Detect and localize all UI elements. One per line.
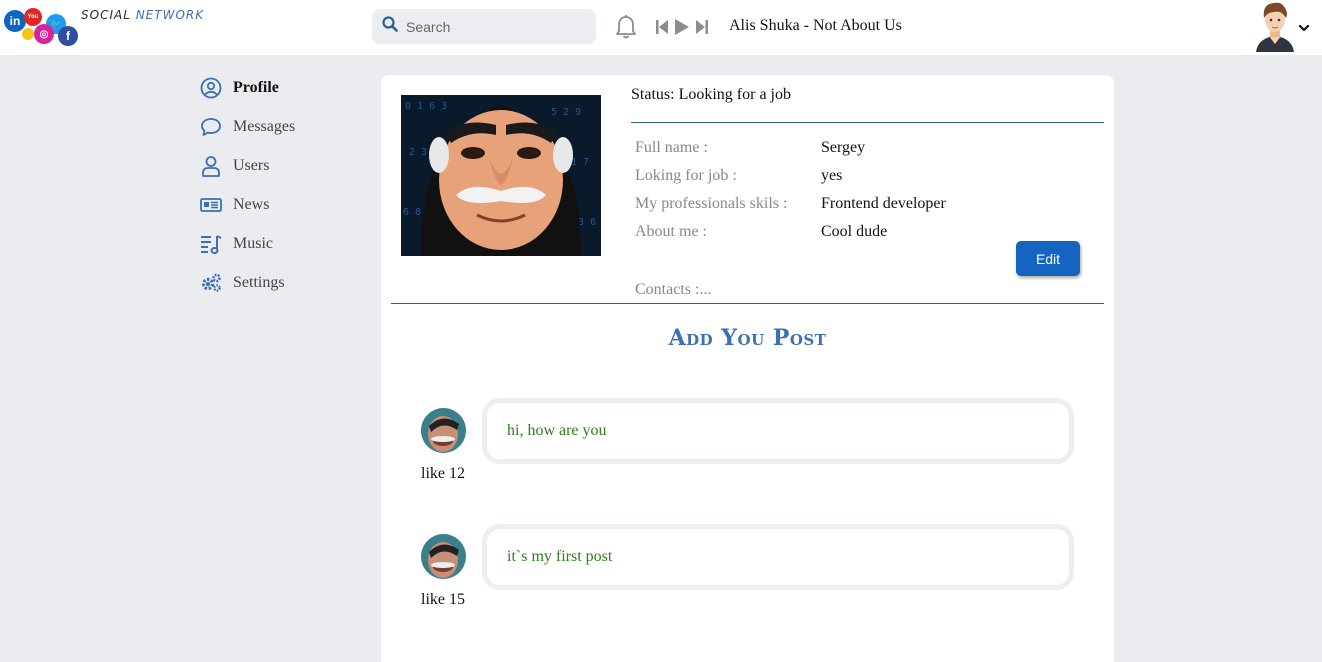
svg-text:1 7: 1 7 xyxy=(571,157,589,168)
sidebar-item-label: Messages xyxy=(233,118,296,135)
sidebar-item-news[interactable]: News xyxy=(200,195,370,215)
google-icon xyxy=(22,28,34,40)
previous-track-icon[interactable] xyxy=(656,19,668,40)
svg-text:5 2 9: 5 2 9 xyxy=(551,107,581,118)
info-value: Cool dude xyxy=(821,223,888,240)
next-track-icon[interactable] xyxy=(696,19,708,40)
facebook-icon: f xyxy=(58,26,78,46)
info-label: My professionals skils : xyxy=(635,195,788,212)
profile-status: Status: Looking for a job xyxy=(631,86,791,103)
sidebar-item-label: News xyxy=(233,196,270,213)
play-icon[interactable] xyxy=(674,18,690,41)
edit-profile-button[interactable]: Edit xyxy=(1016,241,1080,276)
sidebar-item-music[interactable]: Music xyxy=(200,234,370,254)
sidebar-item-users[interactable]: Users xyxy=(200,155,370,177)
info-value: Frontend developer xyxy=(821,195,946,212)
profile-info: Full name : Sergey Loking for job : yes … xyxy=(635,139,1095,251)
user-icon xyxy=(200,155,222,177)
post-likes[interactable]: like 12 xyxy=(421,465,465,483)
svg-text:0 1 6 3: 0 1 6 3 xyxy=(405,101,447,112)
post-avatar xyxy=(421,534,466,579)
user-circle-icon xyxy=(200,77,222,99)
search-input[interactable] xyxy=(406,18,586,35)
divider xyxy=(391,303,1104,304)
gears-icon xyxy=(200,272,222,294)
sidebar-item-messages[interactable]: Messages xyxy=(200,117,370,137)
chat-bubble-icon xyxy=(200,116,222,138)
newspaper-icon xyxy=(200,194,222,216)
music-list-icon xyxy=(200,233,222,255)
search-box[interactable] xyxy=(372,9,596,44)
sidebar-item-profile[interactable]: Profile xyxy=(200,77,370,99)
post-text: it`s my first post xyxy=(482,524,1074,590)
add-post-title[interactable]: Add You Post xyxy=(381,325,1114,351)
info-label: About me : xyxy=(635,223,707,240)
sidebar-item-label: Music xyxy=(233,235,273,252)
info-row-full-name: Full name : Sergey xyxy=(635,139,1095,167)
post-avatar xyxy=(421,408,466,453)
contacts-label: Contacts :... xyxy=(635,281,712,298)
instagram-icon: ◎ xyxy=(34,24,54,44)
sidebar-nav: Profile Messages Users News Music Settin… xyxy=(200,77,370,312)
post-likes[interactable]: like 15 xyxy=(421,591,465,609)
top-header: in You 🐦 ◎ f SOCIAL NETWORK Alis Shuka -… xyxy=(0,0,1322,55)
notifications-bell-icon[interactable] xyxy=(614,14,638,45)
profile-picture: 0 1 6 35 2 9 2 31 7 6 8 03 3 6 xyxy=(401,95,601,256)
brand-name: SOCIAL NETWORK xyxy=(81,8,205,22)
user-avatar[interactable] xyxy=(1252,0,1298,52)
info-label: Full name : xyxy=(635,139,708,156)
info-value: Sergey xyxy=(821,139,866,156)
linkedin-icon: in xyxy=(4,10,26,32)
app-logo[interactable]: in You 🐦 ◎ f xyxy=(4,8,80,48)
divider xyxy=(631,122,1104,123)
info-label: Loking for job : xyxy=(635,167,737,184)
youtube-icon: You xyxy=(24,8,42,26)
info-row-looking-for-job: Loking for job : yes xyxy=(635,167,1095,195)
post-text: hi, how are you xyxy=(482,398,1074,464)
sidebar-item-label: Users xyxy=(233,157,270,174)
sidebar-item-label: Profile xyxy=(233,79,279,96)
sidebar-item-settings[interactable]: Settings xyxy=(200,273,370,293)
svg-text:2 3: 2 3 xyxy=(409,147,427,158)
now-playing-title: Alis Shuka - Not About Us xyxy=(729,17,902,34)
profile-card: 0 1 6 35 2 9 2 31 7 6 8 03 3 6 Status: L… xyxy=(381,75,1114,662)
info-value: yes xyxy=(821,167,843,184)
info-row-skills: My professionals skils : Frontend develo… xyxy=(635,195,1095,223)
search-icon xyxy=(382,16,398,37)
chevron-down-icon[interactable] xyxy=(1298,20,1310,38)
sidebar-item-label: Settings xyxy=(233,274,285,291)
music-player-controls xyxy=(656,18,708,41)
